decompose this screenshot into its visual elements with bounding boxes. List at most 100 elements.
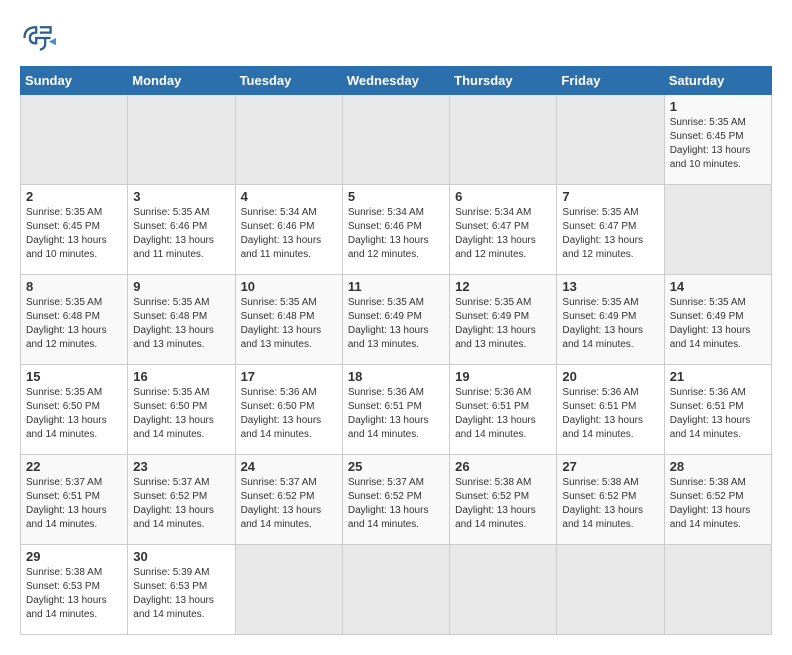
calendar-cell [557, 545, 664, 635]
day-info: Sunrise: 5:35 AMSunset: 6:50 PMDaylight:… [133, 387, 214, 440]
day-number: 14 [670, 279, 766, 294]
day-number: 4 [241, 189, 337, 204]
day-number: 2 [26, 189, 122, 204]
calendar-cell [664, 545, 771, 635]
calendar-cell: 18 Sunrise: 5:36 AMSunset: 6:51 PMDaylig… [342, 365, 449, 455]
day-number: 13 [562, 279, 658, 294]
day-info: Sunrise: 5:34 AMSunset: 6:46 PMDaylight:… [241, 207, 322, 260]
day-info: Sunrise: 5:35 AMSunset: 6:45 PMDaylight:… [26, 207, 107, 260]
calendar-cell: 26 Sunrise: 5:38 AMSunset: 6:52 PMDaylig… [450, 455, 557, 545]
calendar-cell: 19 Sunrise: 5:36 AMSunset: 6:51 PMDaylig… [450, 365, 557, 455]
calendar-cell: 20 Sunrise: 5:36 AMSunset: 6:51 PMDaylig… [557, 365, 664, 455]
day-info: Sunrise: 5:36 AMSunset: 6:50 PMDaylight:… [241, 387, 322, 440]
day-number: 17 [241, 369, 337, 384]
day-info: Sunrise: 5:37 AMSunset: 6:52 PMDaylight:… [348, 477, 429, 530]
week-row-5: 22 Sunrise: 5:37 AMSunset: 6:51 PMDaylig… [21, 455, 772, 545]
day-info: Sunrise: 5:36 AMSunset: 6:51 PMDaylight:… [348, 387, 429, 440]
day-number: 15 [26, 369, 122, 384]
day-info: Sunrise: 5:38 AMSunset: 6:52 PMDaylight:… [562, 477, 643, 530]
calendar-header-row: SundayMondayTuesdayWednesdayThursdayFrid… [21, 67, 772, 95]
calendar-cell: 12 Sunrise: 5:35 AMSunset: 6:49 PMDaylig… [450, 275, 557, 365]
day-number: 10 [241, 279, 337, 294]
calendar-cell [342, 545, 449, 635]
day-info: Sunrise: 5:38 AMSunset: 6:52 PMDaylight:… [455, 477, 536, 530]
column-header-sunday: Sunday [21, 67, 128, 95]
calendar-cell: 27 Sunrise: 5:38 AMSunset: 6:52 PMDaylig… [557, 455, 664, 545]
calendar-cell: 29 Sunrise: 5:38 AMSunset: 6:53 PMDaylig… [21, 545, 128, 635]
day-number: 22 [26, 459, 122, 474]
calendar-cell: 30 Sunrise: 5:39 AMSunset: 6:53 PMDaylig… [128, 545, 235, 635]
week-row-1: 1 Sunrise: 5:35 AMSunset: 6:45 PMDayligh… [21, 95, 772, 185]
calendar-cell: 9 Sunrise: 5:35 AMSunset: 6:48 PMDayligh… [128, 275, 235, 365]
calendar-cell: 7 Sunrise: 5:35 AMSunset: 6:47 PMDayligh… [557, 185, 664, 275]
day-info: Sunrise: 5:35 AMSunset: 6:47 PMDaylight:… [562, 207, 643, 260]
calendar-cell: 28 Sunrise: 5:38 AMSunset: 6:52 PMDaylig… [664, 455, 771, 545]
calendar-cell-empty [664, 185, 771, 275]
calendar-cell: 16 Sunrise: 5:35 AMSunset: 6:50 PMDaylig… [128, 365, 235, 455]
column-header-tuesday: Tuesday [235, 67, 342, 95]
day-number: 11 [348, 279, 444, 294]
day-info: Sunrise: 5:35 AMSunset: 6:48 PMDaylight:… [241, 297, 322, 350]
week-row-2: 2 Sunrise: 5:35 AMSunset: 6:45 PMDayligh… [21, 185, 772, 275]
day-info: Sunrise: 5:34 AMSunset: 6:47 PMDaylight:… [455, 207, 536, 260]
calendar-cell: 13 Sunrise: 5:35 AMSunset: 6:49 PMDaylig… [557, 275, 664, 365]
day-number: 24 [241, 459, 337, 474]
header [20, 20, 772, 56]
week-row-3: 8 Sunrise: 5:35 AMSunset: 6:48 PMDayligh… [21, 275, 772, 365]
day-number: 21 [670, 369, 766, 384]
day-number: 29 [26, 549, 122, 564]
calendar-cell: 23 Sunrise: 5:37 AMSunset: 6:52 PMDaylig… [128, 455, 235, 545]
calendar-cell [235, 545, 342, 635]
day-info: Sunrise: 5:35 AMSunset: 6:50 PMDaylight:… [26, 387, 107, 440]
calendar-cell: 10 Sunrise: 5:35 AMSunset: 6:48 PMDaylig… [235, 275, 342, 365]
day-info: Sunrise: 5:36 AMSunset: 6:51 PMDaylight:… [670, 387, 751, 440]
day-info: Sunrise: 5:38 AMSunset: 6:52 PMDaylight:… [670, 477, 751, 530]
column-header-friday: Friday [557, 67, 664, 95]
day-info: Sunrise: 5:36 AMSunset: 6:51 PMDaylight:… [455, 387, 536, 440]
calendar-cell [235, 95, 342, 185]
calendar-cell: 24 Sunrise: 5:37 AMSunset: 6:52 PMDaylig… [235, 455, 342, 545]
day-info: Sunrise: 5:38 AMSunset: 6:53 PMDaylight:… [26, 567, 107, 620]
day-number: 25 [348, 459, 444, 474]
week-row-6: 29 Sunrise: 5:38 AMSunset: 6:53 PMDaylig… [21, 545, 772, 635]
column-header-monday: Monday [128, 67, 235, 95]
calendar-cell: 5 Sunrise: 5:34 AMSunset: 6:46 PMDayligh… [342, 185, 449, 275]
day-number: 20 [562, 369, 658, 384]
day-info: Sunrise: 5:35 AMSunset: 6:49 PMDaylight:… [670, 297, 751, 350]
calendar-cell: 17 Sunrise: 5:36 AMSunset: 6:50 PMDaylig… [235, 365, 342, 455]
day-info: Sunrise: 5:36 AMSunset: 6:51 PMDaylight:… [562, 387, 643, 440]
calendar-cell [450, 95, 557, 185]
day-info: Sunrise: 5:35 AMSunset: 6:48 PMDaylight:… [133, 297, 214, 350]
calendar-cell: 2 Sunrise: 5:35 AMSunset: 6:45 PMDayligh… [21, 185, 128, 275]
calendar-cell: 25 Sunrise: 5:37 AMSunset: 6:52 PMDaylig… [342, 455, 449, 545]
day-number: 19 [455, 369, 551, 384]
calendar-cell: 14 Sunrise: 5:35 AMSunset: 6:49 PMDaylig… [664, 275, 771, 365]
day-number: 27 [562, 459, 658, 474]
day-info: Sunrise: 5:35 AMSunset: 6:45 PMDaylight:… [670, 117, 751, 170]
day-info: Sunrise: 5:35 AMSunset: 6:49 PMDaylight:… [455, 297, 536, 350]
day-info: Sunrise: 5:34 AMSunset: 6:46 PMDaylight:… [348, 207, 429, 260]
column-header-wednesday: Wednesday [342, 67, 449, 95]
day-info: Sunrise: 5:37 AMSunset: 6:51 PMDaylight:… [26, 477, 107, 530]
day-number: 3 [133, 189, 229, 204]
column-header-saturday: Saturday [664, 67, 771, 95]
calendar-cell [450, 545, 557, 635]
calendar-cell [128, 95, 235, 185]
calendar-cell: 1 Sunrise: 5:35 AMSunset: 6:45 PMDayligh… [664, 95, 771, 185]
day-number: 9 [133, 279, 229, 294]
calendar-cell: 21 Sunrise: 5:36 AMSunset: 6:51 PMDaylig… [664, 365, 771, 455]
calendar-cell [21, 95, 128, 185]
day-number: 28 [670, 459, 766, 474]
day-info: Sunrise: 5:35 AMSunset: 6:46 PMDaylight:… [133, 207, 214, 260]
day-info: Sunrise: 5:37 AMSunset: 6:52 PMDaylight:… [241, 477, 322, 530]
day-number: 16 [133, 369, 229, 384]
logo [20, 20, 60, 56]
calendar-cell: 3 Sunrise: 5:35 AMSunset: 6:46 PMDayligh… [128, 185, 235, 275]
calendar-cell: 15 Sunrise: 5:35 AMSunset: 6:50 PMDaylig… [21, 365, 128, 455]
day-number: 1 [670, 99, 766, 114]
day-number: 18 [348, 369, 444, 384]
day-info: Sunrise: 5:37 AMSunset: 6:52 PMDaylight:… [133, 477, 214, 530]
day-number: 23 [133, 459, 229, 474]
day-number: 8 [26, 279, 122, 294]
day-number: 7 [562, 189, 658, 204]
